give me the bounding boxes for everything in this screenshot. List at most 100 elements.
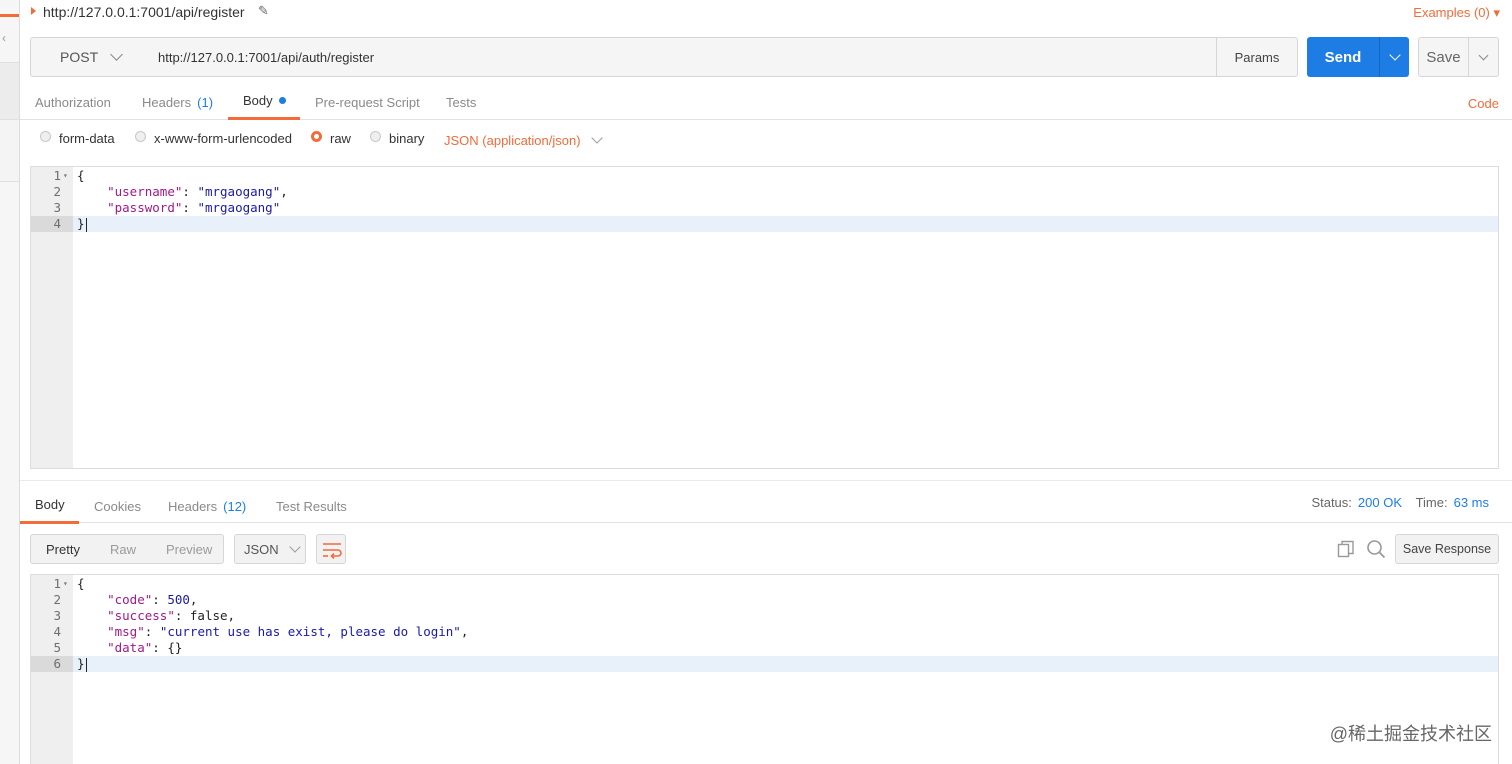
json-punct: , bbox=[280, 184, 288, 199]
code-line: 2 "username": "mrgaogang", bbox=[31, 184, 1498, 200]
radio-label: raw bbox=[330, 131, 351, 146]
code-link[interactable]: Code bbox=[1468, 96, 1499, 111]
tab-test-results[interactable]: Test Results bbox=[276, 488, 347, 524]
tab-label: Cookies bbox=[94, 498, 141, 514]
request-tabs: Authorization Headers (1) Body Pre-reques… bbox=[20, 84, 1512, 120]
radio-circle bbox=[135, 131, 146, 142]
response-tabs: Body Cookies Headers (12) Test Results St… bbox=[20, 488, 1512, 524]
radio-circle-selected bbox=[311, 131, 322, 142]
radio-x-www-form-urlencoded[interactable]: x-www-form-urlencoded bbox=[135, 131, 292, 146]
radio-form-data[interactable]: form-data bbox=[40, 131, 115, 146]
json-punct: , bbox=[189, 592, 198, 607]
tab-label: Body bbox=[243, 93, 273, 108]
send-options-button[interactable] bbox=[1379, 37, 1409, 77]
wrap-lines-button[interactable] bbox=[316, 534, 346, 564]
code-text: } bbox=[77, 656, 87, 672]
fold-arrow-icon[interactable]: ▾ bbox=[63, 168, 68, 184]
code-line-active: 4 } bbox=[53, 216, 1498, 232]
json-value: "mrgaogang" bbox=[197, 200, 281, 215]
chevron-down-icon bbox=[590, 132, 603, 144]
radio-label: form-data bbox=[59, 131, 115, 146]
method-label: POST bbox=[60, 49, 99, 65]
body-type-selector: form-data x-www-form-urlencoded raw bina… bbox=[20, 124, 1512, 154]
examples-dropdown[interactable]: Examples (0) ▾ bbox=[1413, 5, 1500, 21]
tab-label: Tests bbox=[446, 94, 477, 110]
code-line: 1 ▾ { bbox=[31, 168, 1498, 184]
line-number: 4 bbox=[53, 216, 61, 231]
sidebar-item[interactable] bbox=[0, 120, 19, 182]
radio-label: x-www-form-urlencoded bbox=[154, 131, 292, 146]
request-body-editor[interactable]: 1 ▾ { 2 "username": "mrgaogang", 3 "pass… bbox=[30, 166, 1499, 469]
tab-tests[interactable]: Tests bbox=[446, 84, 476, 120]
line-number: 1 bbox=[53, 576, 61, 591]
header-count: (12) bbox=[223, 498, 247, 514]
params-button[interactable]: Params bbox=[1216, 37, 1298, 77]
code-line-active: 6 } bbox=[53, 656, 1498, 672]
line-number: 6 bbox=[53, 656, 61, 671]
code-text: "success": false, bbox=[107, 608, 236, 623]
search-icon[interactable] bbox=[1366, 539, 1386, 559]
tab-body[interactable]: Body bbox=[228, 84, 300, 120]
caret-right-icon[interactable] bbox=[31, 7, 36, 15]
format-label: JSON bbox=[244, 541, 279, 557]
tab-authorization[interactable]: Authorization bbox=[35, 84, 111, 120]
code-text: "password": "mrgaogang" bbox=[107, 200, 281, 215]
view-mode-group: Pretty Raw Preview bbox=[30, 534, 224, 564]
code-line: 4 "msg": "current use has exist, please … bbox=[31, 624, 1498, 640]
chevron-down-icon bbox=[1478, 50, 1489, 60]
fold-arrow-icon[interactable]: ▾ bbox=[63, 576, 68, 592]
view-raw-button[interactable]: Raw bbox=[95, 542, 151, 557]
tab-response-headers[interactable]: Headers (12) bbox=[168, 488, 246, 524]
json-value: 500 bbox=[167, 592, 190, 607]
tab-label: Pre-request Script bbox=[315, 94, 420, 110]
json-value: {} bbox=[167, 640, 183, 655]
tab-headers[interactable]: Headers (1) bbox=[142, 84, 213, 120]
json-key: "password" bbox=[107, 200, 183, 215]
content-type-label: JSON (application/json) bbox=[444, 133, 581, 148]
save-button[interactable]: Save bbox=[1418, 37, 1469, 77]
view-preview-button[interactable]: Preview bbox=[151, 542, 227, 557]
header-count: (1) bbox=[197, 94, 214, 110]
method-select[interactable]: POST bbox=[30, 37, 148, 77]
save-options-button[interactable] bbox=[1468, 37, 1499, 77]
tab-response-body[interactable]: Body bbox=[20, 488, 79, 524]
format-select[interactable]: JSON bbox=[234, 534, 306, 564]
radio-raw[interactable]: raw bbox=[311, 131, 351, 146]
code-text: "username": "mrgaogang", bbox=[107, 184, 288, 199]
sidebar-item[interactable] bbox=[0, 62, 19, 120]
view-pretty-button[interactable]: Pretty bbox=[31, 542, 95, 557]
content-type-dropdown[interactable]: JSON (application/json) bbox=[444, 132, 603, 148]
code-line: 3 "password": "mrgaogang" bbox=[31, 200, 1498, 216]
status-readout: Status: 200 OK bbox=[1311, 495, 1402, 510]
tab-label: Body bbox=[35, 497, 65, 512]
edit-pencil-icon[interactable]: ✎ bbox=[258, 3, 269, 19]
response-body-viewer[interactable]: 1 ▾ { 2 "code": 500, 3 "success": false,… bbox=[30, 574, 1499, 764]
json-brace: } bbox=[77, 656, 85, 671]
tab-cookies[interactable]: Cookies bbox=[94, 488, 141, 524]
code-line: 5 "data": {} bbox=[31, 640, 1498, 656]
chevron-down-icon bbox=[1388, 48, 1401, 61]
request-title-row: http://127.0.0.1:7001/api/register ✎ Exa… bbox=[20, 0, 1512, 26]
json-value: false bbox=[189, 608, 228, 623]
chevron-left-icon[interactable]: ‹ bbox=[2, 31, 6, 45]
json-key: "data" bbox=[107, 640, 153, 655]
time-readout: Time: 63 ms bbox=[1416, 495, 1489, 510]
radio-binary[interactable]: binary bbox=[370, 131, 424, 146]
code-text: "msg": "current use has exist, please do… bbox=[107, 624, 469, 639]
radio-label: binary bbox=[389, 131, 425, 146]
text-cursor bbox=[85, 217, 87, 232]
json-key: "msg" bbox=[107, 624, 145, 639]
chevron-down-icon bbox=[110, 47, 123, 61]
code-line: 1 ▾ { bbox=[31, 576, 1498, 592]
save-response-button[interactable]: Save Response bbox=[1395, 534, 1499, 564]
copy-icon[interactable] bbox=[1337, 540, 1355, 558]
tab-label: Headers bbox=[142, 94, 192, 110]
json-punct: , bbox=[227, 608, 236, 623]
line-number: 3 bbox=[53, 200, 61, 215]
modified-dot-icon bbox=[278, 97, 286, 104]
code-text: { bbox=[77, 576, 85, 591]
send-button[interactable]: Send bbox=[1307, 37, 1379, 77]
json-value: "current use has exist, please do login" bbox=[159, 624, 461, 639]
url-input[interactable]: http://127.0.0.1:7001/api/auth/register bbox=[147, 37, 1217, 77]
tab-pre-request-script[interactable]: Pre-request Script bbox=[315, 84, 420, 120]
